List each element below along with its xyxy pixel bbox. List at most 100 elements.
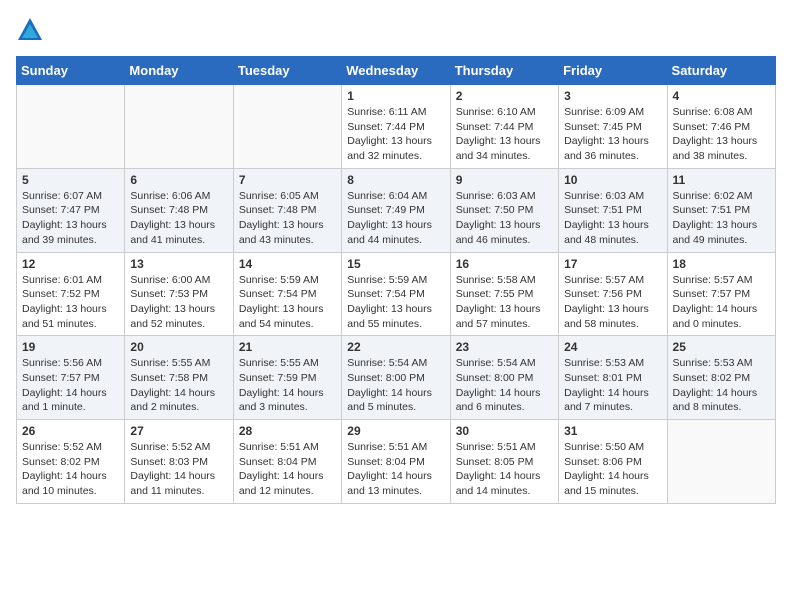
cell-content: Sunrise: 5:52 AMSunset: 8:02 PMDaylight:…: [22, 440, 119, 499]
cell-content: Sunrise: 6:03 AMSunset: 7:50 PMDaylight:…: [456, 189, 553, 248]
calendar-cell: 19 Sunrise: 5:56 AMSunset: 7:57 PMDayligh…: [17, 336, 125, 420]
weekday-header-wednesday: Wednesday: [342, 57, 450, 85]
day-number: 23: [456, 340, 553, 354]
calendar-cell: 12 Sunrise: 6:01 AMSunset: 7:52 PMDayligh…: [17, 252, 125, 336]
calendar-cell: 4 Sunrise: 6:08 AMSunset: 7:46 PMDaylight…: [667, 85, 775, 169]
day-number: 28: [239, 424, 336, 438]
cell-content: Sunrise: 5:57 AMSunset: 7:56 PMDaylight:…: [564, 273, 661, 332]
cell-content: Sunrise: 5:59 AMSunset: 7:54 PMDaylight:…: [239, 273, 336, 332]
calendar-cell: 8 Sunrise: 6:04 AMSunset: 7:49 PMDaylight…: [342, 168, 450, 252]
cell-content: Sunrise: 5:59 AMSunset: 7:54 PMDaylight:…: [347, 273, 444, 332]
calendar-cell: [233, 85, 341, 169]
cell-content: Sunrise: 6:08 AMSunset: 7:46 PMDaylight:…: [673, 105, 770, 164]
calendar-cell: 23 Sunrise: 5:54 AMSunset: 8:00 PMDayligh…: [450, 336, 558, 420]
day-number: 11: [673, 173, 770, 187]
cell-content: Sunrise: 6:11 AMSunset: 7:44 PMDaylight:…: [347, 105, 444, 164]
cell-content: Sunrise: 5:51 AMSunset: 8:05 PMDaylight:…: [456, 440, 553, 499]
calendar-week-row: 12 Sunrise: 6:01 AMSunset: 7:52 PMDayligh…: [17, 252, 776, 336]
calendar-cell: 16 Sunrise: 5:58 AMSunset: 7:55 PMDayligh…: [450, 252, 558, 336]
day-number: 21: [239, 340, 336, 354]
cell-content: Sunrise: 5:54 AMSunset: 8:00 PMDaylight:…: [347, 356, 444, 415]
day-number: 26: [22, 424, 119, 438]
cell-content: Sunrise: 5:55 AMSunset: 7:59 PMDaylight:…: [239, 356, 336, 415]
day-number: 25: [673, 340, 770, 354]
calendar-cell: 6Sunrise: 6:06 AMSunset: 7:48 PMDaylight…: [125, 168, 233, 252]
calendar-cell: [667, 420, 775, 504]
calendar-cell: 10 Sunrise: 6:03 AMSunset: 7:51 PMDayligh…: [559, 168, 667, 252]
calendar-cell: 21 Sunrise: 5:55 AMSunset: 7:59 PMDayligh…: [233, 336, 341, 420]
cell-content: Sunrise: 6:09 AMSunset: 7:45 PMDaylight:…: [564, 105, 661, 164]
calendar-week-row: 19 Sunrise: 5:56 AMSunset: 7:57 PMDayligh…: [17, 336, 776, 420]
cell-content: Sunrise: 5:52 AMSunset: 8:03 PMDaylight:…: [130, 440, 227, 499]
cell-content: Sunrise: 6:05 AMSunset: 7:48 PMDaylight:…: [239, 189, 336, 248]
weekday-header-row: SundayMondayTuesdayWednesdayThursdayFrid…: [17, 57, 776, 85]
cell-content: Sunrise: 5:51 AMSunset: 8:04 PMDaylight:…: [347, 440, 444, 499]
cell-content: Sunrise: 6:02 AMSunset: 7:51 PMDaylight:…: [673, 189, 770, 248]
calendar-cell: [17, 85, 125, 169]
day-number: 20: [130, 340, 227, 354]
calendar-cell: 11 Sunrise: 6:02 AMSunset: 7:51 PMDayligh…: [667, 168, 775, 252]
day-number: 5: [22, 173, 119, 187]
calendar-week-row: 1Sunrise: 6:11 AMSunset: 7:44 PMDaylight…: [17, 85, 776, 169]
calendar-cell: 18 Sunrise: 5:57 AMSunset: 7:57 PMDayligh…: [667, 252, 775, 336]
cell-content: Sunrise: 5:55 AMSunset: 7:58 PMDaylight:…: [130, 356, 227, 415]
day-number: 2: [456, 89, 553, 103]
cell-content: Sunrise: 6:07 AMSunset: 7:47 PMDaylight:…: [22, 189, 119, 248]
day-number: 30: [456, 424, 553, 438]
cell-content: Sunrise: 5:50 AMSunset: 8:06 PMDaylight:…: [564, 440, 661, 499]
day-number: 14: [239, 257, 336, 271]
calendar-cell: 9 Sunrise: 6:03 AMSunset: 7:50 PMDaylight…: [450, 168, 558, 252]
calendar: SundayMondayTuesdayWednesdayThursdayFrid…: [16, 56, 776, 504]
day-number: 29: [347, 424, 444, 438]
day-number: 27: [130, 424, 227, 438]
day-number: 19: [22, 340, 119, 354]
cell-content: Sunrise: 5:51 AMSunset: 8:04 PMDaylight:…: [239, 440, 336, 499]
calendar-week-row: 5 Sunrise: 6:07 AMSunset: 7:47 PMDaylight…: [17, 168, 776, 252]
cell-content: Sunrise: 6:03 AMSunset: 7:51 PMDaylight:…: [564, 189, 661, 248]
day-number: 12: [22, 257, 119, 271]
day-number: 18: [673, 257, 770, 271]
calendar-cell: 20 Sunrise: 5:55 AMSunset: 7:58 PMDayligh…: [125, 336, 233, 420]
cell-content: Sunrise: 5:57 AMSunset: 7:57 PMDaylight:…: [673, 273, 770, 332]
day-number: 24: [564, 340, 661, 354]
weekday-header-monday: Monday: [125, 57, 233, 85]
day-number: 17: [564, 257, 661, 271]
calendar-cell: 7 Sunrise: 6:05 AMSunset: 7:48 PMDaylight…: [233, 168, 341, 252]
logo-icon: [16, 16, 44, 44]
cell-content: Sunrise: 5:54 AMSunset: 8:00 PMDaylight:…: [456, 356, 553, 415]
calendar-cell: 30 Sunrise: 5:51 AMSunset: 8:05 PMDayligh…: [450, 420, 558, 504]
calendar-body: 1Sunrise: 6:11 AMSunset: 7:44 PMDaylight…: [17, 85, 776, 504]
day-number: 6: [130, 173, 227, 187]
calendar-cell: 24Sunrise: 5:53 AMSunset: 8:01 PMDayligh…: [559, 336, 667, 420]
cell-content: Sunrise: 5:56 AMSunset: 7:57 PMDaylight:…: [22, 356, 119, 415]
day-number: 15: [347, 257, 444, 271]
calendar-cell: 1Sunrise: 6:11 AMSunset: 7:44 PMDaylight…: [342, 85, 450, 169]
cell-content: Sunrise: 6:01 AMSunset: 7:52 PMDaylight:…: [22, 273, 119, 332]
day-number: 16: [456, 257, 553, 271]
day-number: 10: [564, 173, 661, 187]
day-number: 22: [347, 340, 444, 354]
day-number: 4: [673, 89, 770, 103]
calendar-cell: 15 Sunrise: 5:59 AMSunset: 7:54 PMDayligh…: [342, 252, 450, 336]
calendar-cell: 22 Sunrise: 5:54 AMSunset: 8:00 PMDayligh…: [342, 336, 450, 420]
day-number: 3: [564, 89, 661, 103]
day-number: 7: [239, 173, 336, 187]
day-number: 13: [130, 257, 227, 271]
calendar-cell: [125, 85, 233, 169]
weekday-header-saturday: Saturday: [667, 57, 775, 85]
cell-content: Sunrise: 5:58 AMSunset: 7:55 PMDaylight:…: [456, 273, 553, 332]
calendar-cell: 29 Sunrise: 5:51 AMSunset: 8:04 PMDayligh…: [342, 420, 450, 504]
weekday-header-sunday: Sunday: [17, 57, 125, 85]
cell-content: Sunrise: 6:04 AMSunset: 7:49 PMDaylight:…: [347, 189, 444, 248]
day-number: 8: [347, 173, 444, 187]
calendar-cell: 31 Sunrise: 5:50 AMSunset: 8:06 PMDayligh…: [559, 420, 667, 504]
calendar-cell: 5 Sunrise: 6:07 AMSunset: 7:47 PMDaylight…: [17, 168, 125, 252]
day-number: 9: [456, 173, 553, 187]
cell-content: Sunrise: 6:00 AMSunset: 7:53 PMDaylight:…: [130, 273, 227, 332]
calendar-cell: 28 Sunrise: 5:51 AMSunset: 8:04 PMDayligh…: [233, 420, 341, 504]
calendar-week-row: 26 Sunrise: 5:52 AMSunset: 8:02 PMDayligh…: [17, 420, 776, 504]
day-number: 31: [564, 424, 661, 438]
cell-content: Sunrise: 6:10 AMSunset: 7:44 PMDaylight:…: [456, 105, 553, 164]
page-header: [16, 16, 776, 44]
calendar-cell: 25Sunrise: 5:53 AMSunset: 8:02 PMDayligh…: [667, 336, 775, 420]
